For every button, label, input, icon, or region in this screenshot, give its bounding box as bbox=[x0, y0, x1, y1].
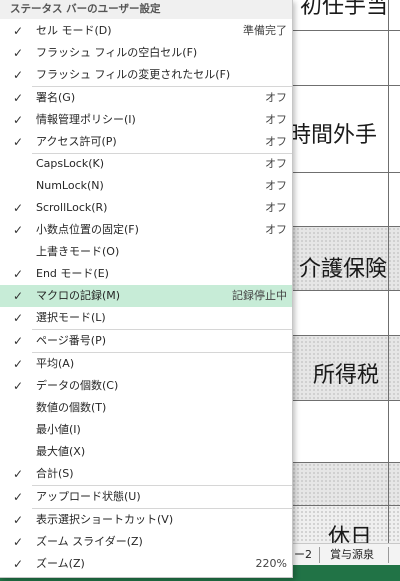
checkmark-icon: ✓ bbox=[13, 68, 24, 82]
menu-item-label: NumLock(N) bbox=[36, 179, 104, 192]
grid-line-vertical bbox=[388, 0, 389, 545]
menu-item-label: 上書きモード(O) bbox=[36, 245, 120, 258]
sheet-cell[interactable]: 時間外手 bbox=[289, 117, 377, 149]
checkmark-icon: ✓ bbox=[13, 113, 24, 127]
menu-item-label: 選択モード(L) bbox=[36, 311, 106, 324]
menu-item-average[interactable]: ✓ 平均(A) bbox=[0, 353, 292, 375]
menu-item-fixed-decimal[interactable]: ✓ 小数点位置の固定(F) オフ bbox=[0, 219, 292, 241]
menu-item-signature[interactable]: ✓ 署名(G) オフ bbox=[0, 87, 292, 109]
menu-item-value: オフ bbox=[265, 113, 287, 126]
menu-item-label: フラッシュ フィルの変更されたセル(F) bbox=[36, 68, 231, 81]
sheet-cell[interactable]: 介護保険 bbox=[299, 251, 387, 283]
menu-item-view-shortcuts[interactable]: ✓ 表示選択ショートカット(V) bbox=[0, 509, 292, 531]
checkmark-icon: ✓ bbox=[13, 467, 24, 481]
menu-item-value: オフ bbox=[265, 201, 287, 214]
checkmark-icon: ✓ bbox=[13, 24, 24, 38]
menu-item-value: オフ bbox=[265, 91, 287, 104]
menu-item-value: オフ bbox=[265, 179, 287, 192]
tab-divider bbox=[319, 547, 320, 563]
menu-item-flash-fill-blank[interactable]: ✓ フラッシュ フィルの空白セル(F) bbox=[0, 42, 292, 64]
menu-item-label: 合計(S) bbox=[36, 467, 74, 480]
checkmark-icon: ✓ bbox=[13, 535, 24, 549]
sheet-tab[interactable]: 賞与源泉 bbox=[322, 544, 382, 566]
sheet-cell[interactable]: 初任手当 bbox=[300, 0, 388, 20]
checkmark-icon: ✓ bbox=[13, 557, 24, 571]
checkmark-icon: ✓ bbox=[13, 289, 24, 303]
menu-item-label: アップロード状態(U) bbox=[36, 490, 141, 503]
menu-item-flash-fill-changed[interactable]: ✓ フラッシュ フィルの変更されたセル(F) bbox=[0, 64, 292, 86]
menu-item-minimum[interactable]: 最小値(I) bbox=[0, 419, 292, 441]
menu-item-label: 署名(G) bbox=[36, 91, 76, 104]
menu-item-value: オフ bbox=[265, 223, 287, 236]
checkmark-icon: ✓ bbox=[13, 201, 24, 215]
menu-item-label: 小数点位置の固定(F) bbox=[36, 223, 139, 236]
menu-item-label: 情報管理ポリシー(I) bbox=[36, 113, 136, 126]
menu-item-label: 最大値(X) bbox=[36, 445, 86, 458]
checkmark-icon: ✓ bbox=[13, 91, 24, 105]
checkmark-icon: ✓ bbox=[13, 311, 24, 325]
menu-item-label: データの個数(C) bbox=[36, 379, 119, 392]
checkmark-icon: ✓ bbox=[13, 135, 24, 149]
menu-item-value: 準備完了 bbox=[243, 24, 287, 37]
menu-item-macro-recording[interactable]: ✓ マクロの記録(M) 記録停止中 bbox=[0, 285, 292, 307]
menu-item-label: ズーム(Z) bbox=[36, 557, 85, 570]
menu-item-page-number[interactable]: ✓ ページ番号(P) bbox=[0, 330, 292, 352]
menu-item-zoom-slider[interactable]: ✓ ズーム スライダー(Z) bbox=[0, 531, 292, 553]
menu-item-zoom[interactable]: ✓ ズーム(Z) 220% bbox=[0, 553, 292, 575]
menu-item-end-mode[interactable]: ✓ End モード(E) bbox=[0, 263, 292, 285]
menu-item-value: オフ bbox=[265, 135, 287, 148]
checkmark-icon: ✓ bbox=[13, 223, 24, 237]
menu-item-value: 220% bbox=[255, 557, 287, 570]
checkmark-icon: ✓ bbox=[13, 46, 24, 60]
menu-item-label: ScrollLock(R) bbox=[36, 201, 108, 214]
checkmark-icon: ✓ bbox=[13, 490, 24, 504]
menu-item-label: ページ番号(P) bbox=[36, 334, 106, 347]
sheet-cell[interactable]: 所得税 bbox=[313, 357, 379, 389]
menu-item-overtype[interactable]: 上書きモード(O) bbox=[0, 241, 292, 263]
menu-item-selection-mode[interactable]: ✓ 選択モード(L) bbox=[0, 307, 292, 329]
tab-divider bbox=[388, 547, 389, 563]
menu-item-label: End モード(E) bbox=[36, 267, 109, 280]
menu-item-numlock[interactable]: NumLock(N) オフ bbox=[0, 175, 292, 197]
menu-item-scrolllock[interactable]: ✓ ScrollLock(R) オフ bbox=[0, 197, 292, 219]
menu-item-maximum[interactable]: 最大値(X) bbox=[0, 441, 292, 463]
menu-item-upload-status[interactable]: ✓ アップロード状態(U) bbox=[0, 486, 292, 508]
checkmark-icon: ✓ bbox=[13, 334, 24, 348]
status-bar-customize-menu: ステータス バーのユーザー設定 ✓ セル モード(D) 準備完了 ✓ フラッシュ… bbox=[0, 0, 293, 578]
menu-item-label: 数値の個数(T) bbox=[36, 401, 107, 414]
menu-item-label: 最小値(I) bbox=[36, 423, 81, 436]
menu-item-label: セル モード(D) bbox=[36, 24, 112, 37]
menu-item-irm[interactable]: ✓ 情報管理ポリシー(I) オフ bbox=[0, 109, 292, 131]
menu-item-label: 平均(A) bbox=[36, 357, 75, 370]
menu-item-label: フラッシュ フィルの空白セル(F) bbox=[36, 46, 198, 59]
checkmark-icon: ✓ bbox=[13, 357, 24, 371]
checkmark-icon: ✓ bbox=[13, 379, 24, 393]
menu-item-cell-mode[interactable]: ✓ セル モード(D) 準備完了 bbox=[0, 20, 292, 42]
menu-item-capslock[interactable]: CapsLock(K) オフ bbox=[0, 153, 292, 175]
menu-item-label: マクロの記録(M) bbox=[36, 289, 121, 302]
menu-item-label: アクセス許可(P) bbox=[36, 135, 117, 148]
menu-item-sum[interactable]: ✓ 合計(S) bbox=[0, 463, 292, 485]
menu-item-label: ズーム スライダー(Z) bbox=[36, 535, 143, 548]
menu-title: ステータス バーのユーザー設定 bbox=[0, 0, 292, 19]
menu-item-label: CapsLock(K) bbox=[36, 157, 105, 170]
menu-item-numerical-count[interactable]: 数値の個数(T) bbox=[0, 397, 292, 419]
checkmark-icon: ✓ bbox=[13, 267, 24, 281]
menu-item-value: 記録停止中 bbox=[232, 289, 287, 302]
menu-item-value: オフ bbox=[265, 157, 287, 170]
menu-item-permission[interactable]: ✓ アクセス許可(P) オフ bbox=[0, 131, 292, 153]
menu-item-label: 表示選択ショートカット(V) bbox=[36, 513, 174, 526]
checkmark-icon: ✓ bbox=[13, 513, 24, 527]
menu-item-count[interactable]: ✓ データの個数(C) bbox=[0, 375, 292, 397]
